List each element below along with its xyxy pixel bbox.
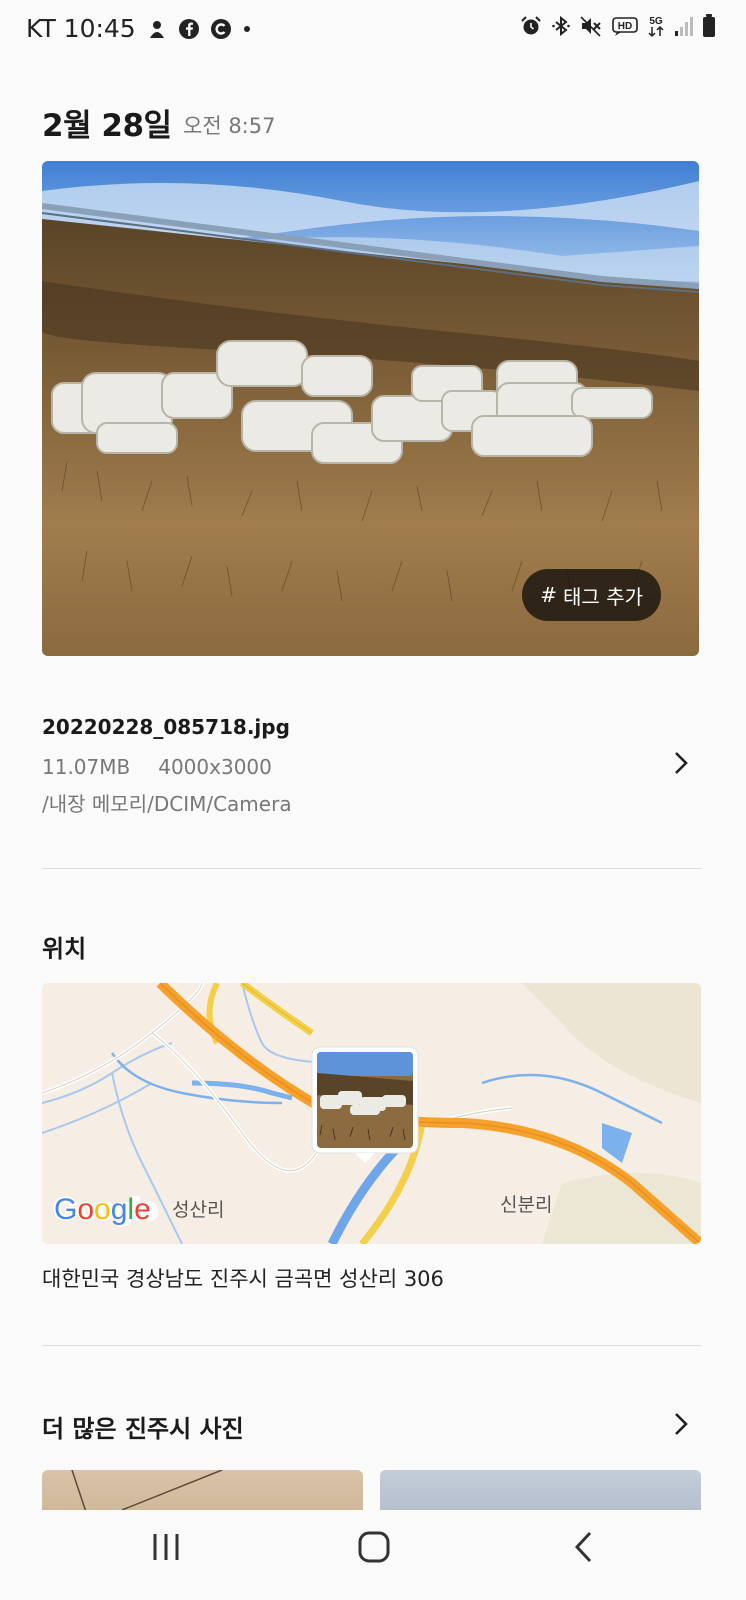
location-address: 대한민국 경상남도 진주시 금곡면 성산리 306 <box>42 1267 444 1291</box>
file-details-chevron-icon[interactable] <box>666 748 696 778</box>
location-map[interactable]: 성산리 신분리 Google Google <box>42 983 701 1244</box>
photo-thumbnail[interactable] <box>380 1470 701 1510</box>
file-path: /내장 메모리/DCIM/Camera <box>42 792 292 816</box>
svg-text:HD: HD <box>618 21 632 32</box>
google-logo: Google Google <box>53 1192 159 1228</box>
status-bar-right: HD 5G <box>520 14 716 38</box>
file-name: 20220228_085718.jpg <box>42 715 290 739</box>
carrier-time: KT 10:45 <box>26 14 136 43</box>
date-title: 2월 28일 <box>42 108 172 144</box>
navigation-bar <box>0 1510 746 1600</box>
back-icon[interactable] <box>572 1530 596 1564</box>
dot-icon <box>242 24 252 34</box>
home-icon[interactable] <box>357 1530 391 1564</box>
status-bar-left: KT 10:45 <box>26 14 252 43</box>
battery-icon <box>702 14 716 38</box>
photo-preview[interactable]: # 태그 추가 <box>42 161 699 656</box>
more-photos-title: 더 많은 진주시 사진 <box>42 1415 244 1443</box>
add-tag-button[interactable]: # 태그 추가 <box>522 569 661 621</box>
file-size: 11.07MB <box>42 755 131 779</box>
map-photo-marker[interactable] <box>310 1045 420 1163</box>
location-title: 위치 <box>42 935 87 963</box>
bluetooth-icon <box>550 15 572 37</box>
time-label: 오전 8:57 <box>183 114 276 138</box>
more-photos-chevron-icon[interactable] <box>666 1409 696 1439</box>
signal-icon <box>674 15 694 37</box>
svg-text:신분리: 신분리 <box>500 1194 552 1216</box>
file-meta: 11.07MB 4000x3000 <box>42 755 272 779</box>
divider <box>42 1345 701 1346</box>
mute-icon <box>580 15 604 37</box>
svg-text:성산리: 성산리 <box>172 1199 224 1221</box>
svg-text:Google: Google <box>54 1193 151 1226</box>
svg-text:5G: 5G <box>649 16 663 27</box>
game-launcher-icon <box>146 18 168 40</box>
recent-apps-icon[interactable] <box>150 1530 182 1564</box>
hd-voice-icon: HD <box>612 15 638 37</box>
5g-icon: 5G <box>646 14 666 38</box>
more-photos-strip <box>42 1470 701 1510</box>
facebook-icon <box>178 18 200 40</box>
hash-icon: # <box>540 583 558 607</box>
divider <box>42 868 701 869</box>
c-app-icon <box>210 18 232 40</box>
file-resolution: 4000x3000 <box>158 755 272 779</box>
alarm-icon <box>520 15 542 37</box>
photo-thumbnail[interactable] <box>42 1470 363 1510</box>
add-tag-label: 태그 추가 <box>563 584 643 609</box>
